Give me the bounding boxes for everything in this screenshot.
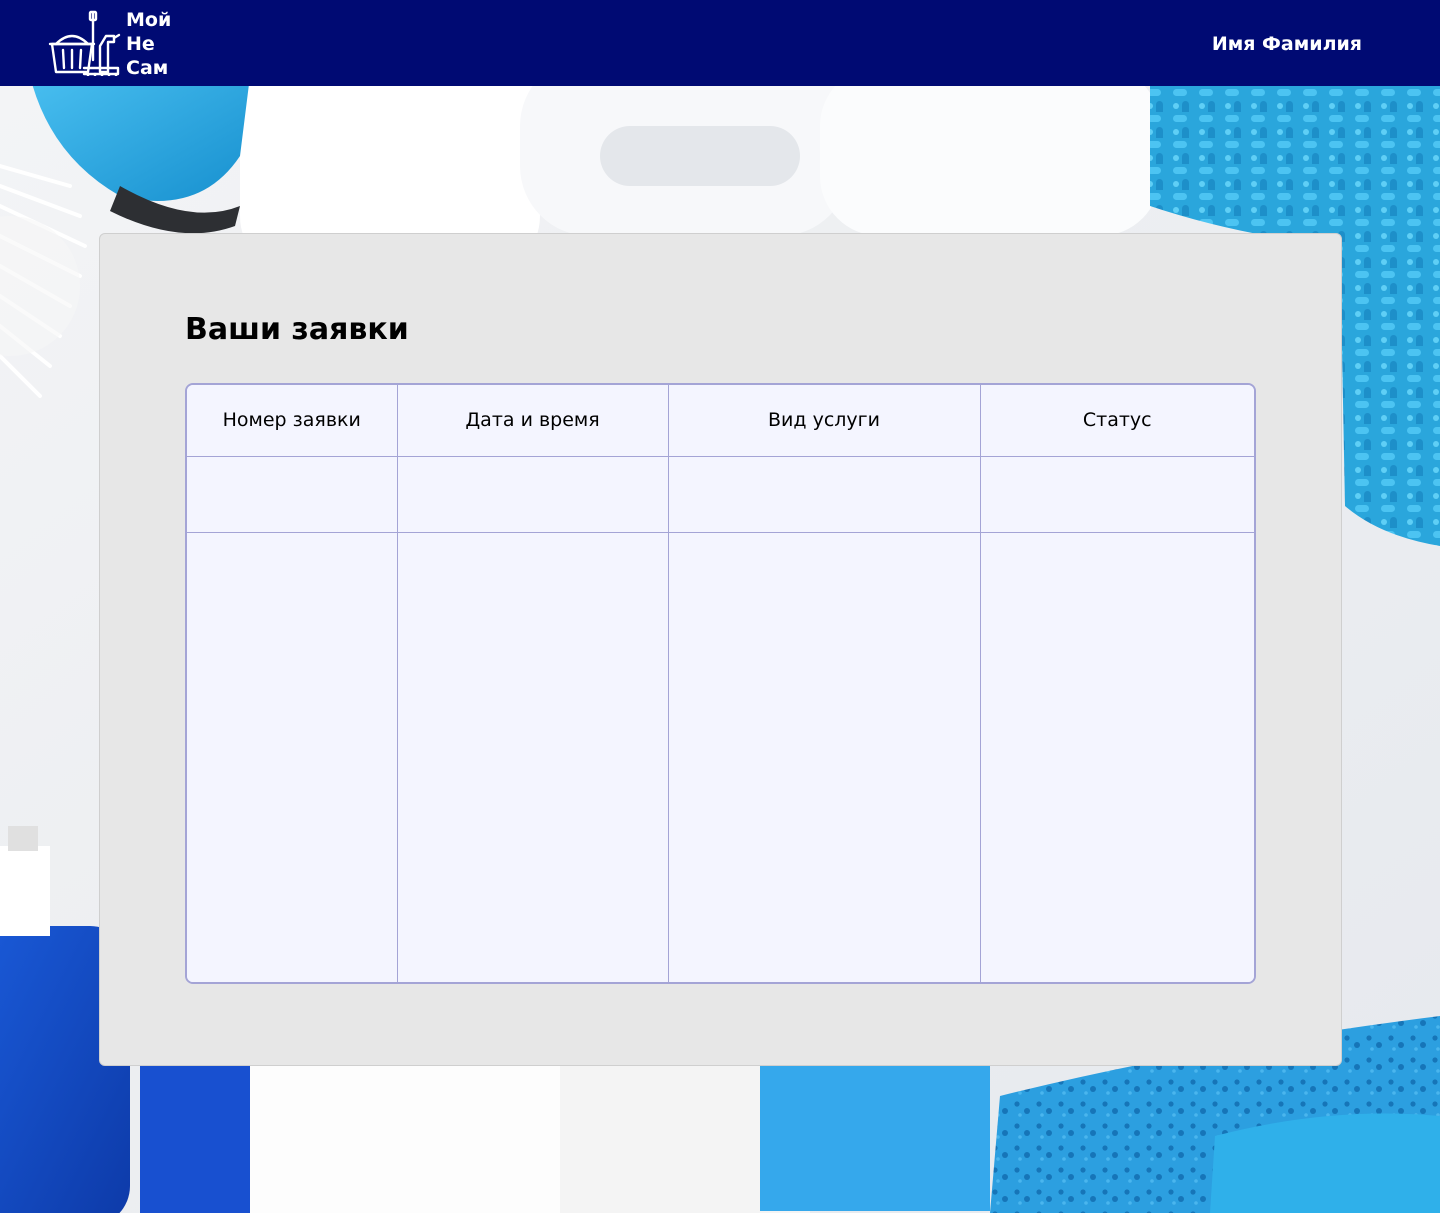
requests-table: Номер заявки Дата и время Вид услуги Ста… — [185, 383, 1256, 984]
column-header-date-time: Дата и время — [396, 385, 669, 457]
brand-line-3: Сам — [126, 57, 169, 79]
column-header-service-type: Вид услуги — [667, 385, 981, 457]
table-cell — [979, 455, 1254, 533]
table-cell — [187, 531, 398, 982]
brand-logo[interactable]: Мой Не Сам — [48, 8, 188, 80]
brand-line-2: Не — [126, 33, 155, 55]
column-header-status: Статус — [979, 385, 1254, 457]
page-title: Ваши заявки — [185, 312, 409, 347]
top-header: Мой Не Сам Имя Фамилия — [0, 0, 1440, 86]
table-cell — [667, 455, 981, 533]
table-cell — [396, 531, 669, 982]
table-cell — [667, 531, 981, 982]
table-cell — [187, 455, 398, 533]
table-row — [187, 455, 1254, 533]
brand-name: Мой Не Сам — [126, 8, 171, 80]
cleaning-bucket-mop-icon — [48, 10, 121, 76]
table-cell — [396, 455, 669, 533]
table-header-row: Номер заявки Дата и время Вид услуги Ста… — [187, 385, 1254, 457]
column-header-request-number: Номер заявки — [187, 385, 398, 457]
brand-line-1: Мой — [126, 9, 172, 31]
table-row — [187, 531, 1254, 982]
requests-card: Ваши заявки Номер заявки Дата и время Ви… — [99, 233, 1342, 1066]
user-name-link[interactable]: Имя Фамилия — [1212, 33, 1362, 55]
table-cell — [979, 531, 1254, 982]
